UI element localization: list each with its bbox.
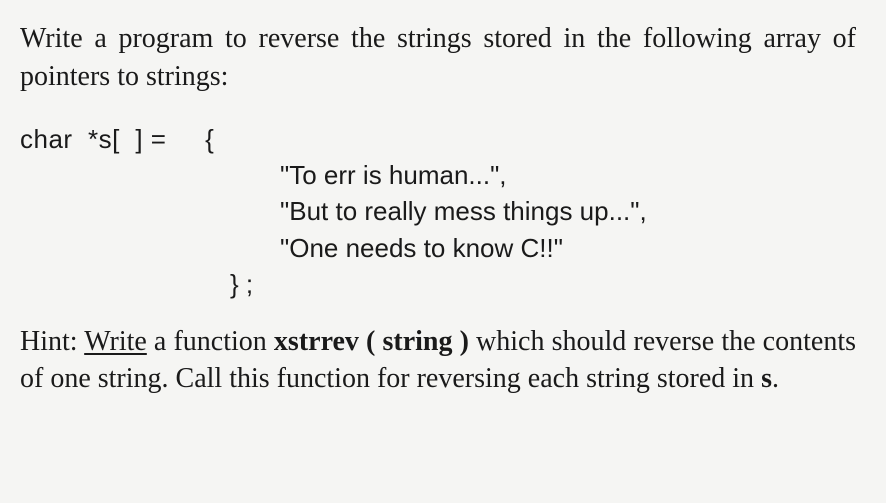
intro-paragraph: Write a program to reverse the strings s… bbox=[20, 20, 856, 96]
hint-function-name: xstrrev ( string ) bbox=[274, 326, 469, 357]
code-string-3: "One needs to know C!!" bbox=[280, 230, 856, 266]
hint-text-2: a function bbox=[147, 326, 274, 357]
code-string-2: "But to really mess things up...", bbox=[280, 193, 856, 229]
hint-label: Hint: bbox=[20, 326, 84, 357]
code-block: char *s[ ] = { "To err is human...", "Bu… bbox=[20, 121, 856, 303]
hint-paragraph: Hint: Write a function xstrrev ( string … bbox=[20, 323, 856, 399]
code-string-1: "To err is human...", bbox=[280, 157, 856, 193]
hint-variable: s bbox=[761, 363, 772, 394]
hint-text-4: . bbox=[772, 363, 779, 394]
document-page: Write a program to reverse the strings s… bbox=[0, 0, 886, 418]
code-declaration: char *s[ ] = { bbox=[20, 121, 856, 157]
hint-underlined-word: Write bbox=[84, 326, 147, 357]
code-close: } ; bbox=[230, 266, 856, 302]
